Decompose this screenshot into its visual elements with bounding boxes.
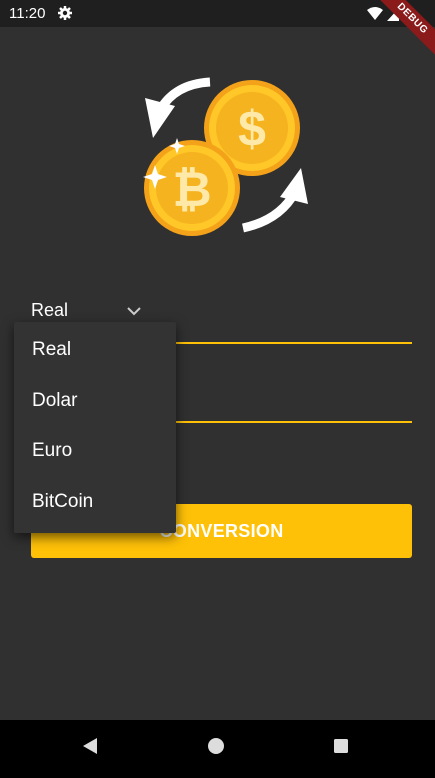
debug-banner: DEBUG	[365, 0, 435, 70]
svg-text:₿: ₿	[172, 164, 211, 217]
home-icon[interactable]	[207, 737, 225, 760]
currency-dropdown-value: Real	[31, 300, 69, 320]
menu-item-dolar[interactable]: Dolar	[14, 376, 176, 427]
back-icon[interactable]	[82, 737, 98, 760]
conversion-button-label: CONVERSION	[159, 520, 284, 541]
bitcoin-coin-icon: ₿	[144, 140, 240, 236]
currency-exchange-logo: $ ₿	[135, 70, 310, 245]
recents-icon[interactable]	[333, 738, 349, 759]
chevron-down-icon	[127, 304, 141, 322]
status-time: 11:20	[9, 5, 46, 22]
svg-text:$: $	[238, 101, 266, 157]
menu-item-bitcoin[interactable]: BitCoin	[14, 477, 176, 528]
menu-item-euro[interactable]: Euro	[14, 426, 176, 477]
debug-banner-label: DEBUG	[366, 0, 435, 65]
currency-dropdown-menu: Real Dolar Euro BitCoin	[14, 322, 176, 533]
gear-icon	[57, 5, 73, 26]
menu-item-real[interactable]: Real	[14, 325, 176, 376]
